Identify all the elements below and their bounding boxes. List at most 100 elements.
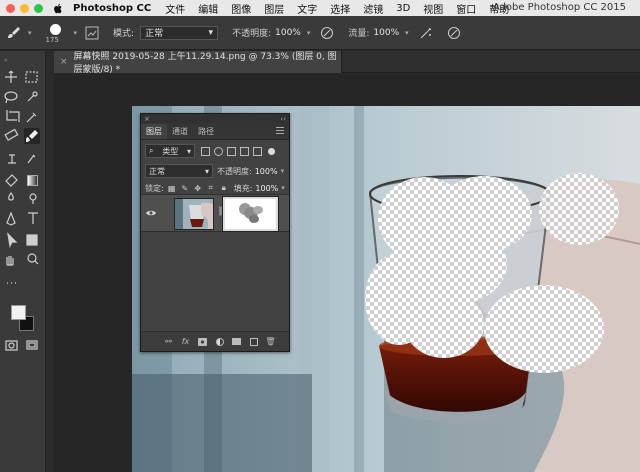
layers-panel: × ‹‹ 图层 通道 路径 ⌕ 类型 ▾ 正常 ▾ 不透明度: 100% ▾ 锁… xyxy=(140,113,290,352)
chevron-down-icon[interactable]: ▾ xyxy=(281,184,285,192)
blend-row: 正常 ▾ 不透明度: 100% ▾ xyxy=(141,162,289,180)
layer-row[interactable]: ⛓ xyxy=(141,194,289,232)
menu-select[interactable]: 选择 xyxy=(330,1,350,16)
close-window-button[interactable] xyxy=(6,3,15,13)
crop-tool[interactable] xyxy=(3,109,19,125)
lock-label: 锁定: xyxy=(145,183,164,193)
blur-tool[interactable] xyxy=(3,192,19,208)
marquee-tool[interactable] xyxy=(24,69,40,85)
document-tab[interactable]: × 屏幕快照 2019-05-28 上午11.29.14.png @ 73.3%… xyxy=(54,51,342,75)
lock-image-icon[interactable]: ✎ xyxy=(181,184,189,193)
delete-layer-icon[interactable]: 🗑︎ xyxy=(265,337,275,346)
type-tool[interactable] xyxy=(24,212,40,228)
layer-mask-thumbnail[interactable] xyxy=(222,196,279,232)
pressure-opacity-icon[interactable] xyxy=(320,26,334,40)
new-group-icon[interactable] xyxy=(232,337,241,346)
menu-3d[interactable]: 3D xyxy=(396,3,410,14)
apple-logo-icon[interactable] xyxy=(53,3,63,14)
link-layers-icon[interactable]: ⚯ xyxy=(164,337,173,346)
zoom-tool[interactable] xyxy=(24,254,40,270)
airbrush-icon[interactable] xyxy=(419,26,433,40)
history-brush-tool[interactable] xyxy=(24,152,40,168)
visibility-eye-icon[interactable] xyxy=(146,208,156,218)
chevron-down-icon[interactable]: ▾ xyxy=(405,29,409,37)
chevron-down-icon[interactable]: ▾ xyxy=(307,29,311,37)
layer-style-icon[interactable]: fx xyxy=(181,337,190,346)
add-mask-icon[interactable] xyxy=(198,337,207,346)
close-tab-icon[interactable]: × xyxy=(60,57,68,67)
gradient-tool[interactable] xyxy=(24,172,40,188)
opacity-field[interactable]: 100% xyxy=(255,167,278,176)
quick-mask-button[interactable] xyxy=(3,337,19,353)
adjustment-filter-icon[interactable] xyxy=(214,146,223,156)
brush-tool-preset-icon[interactable] xyxy=(6,25,22,41)
pixel-filter-icon[interactable] xyxy=(201,146,210,156)
menu-edit[interactable]: 编辑 xyxy=(198,1,218,16)
pen-tool[interactable] xyxy=(3,212,19,228)
minimize-window-button[interactable] xyxy=(20,3,29,13)
window-title: Adobe Photoshop CC 2015 xyxy=(492,2,626,13)
menu-filter[interactable]: 滤镜 xyxy=(363,1,383,16)
filter-toggle-icon[interactable] xyxy=(268,147,275,155)
move-tool[interactable] xyxy=(3,69,19,85)
flow-field[interactable]: 100% xyxy=(373,28,399,38)
tab-layers[interactable]: 图层 xyxy=(141,124,167,139)
collapse-panel-icon[interactable]: ‹‹ xyxy=(280,115,286,123)
clone-stamp-tool[interactable] xyxy=(3,152,19,168)
lock-transparent-icon[interactable]: ▦ xyxy=(168,184,176,193)
lock-artboard-icon[interactable]: ⌗ xyxy=(207,183,215,192)
menu-image[interactable]: 图像 xyxy=(231,1,251,16)
menu-type[interactable]: 文字 xyxy=(297,1,317,16)
lock-all-icon[interactable]: 🔒︎ xyxy=(220,183,228,192)
adjustment-layer-icon[interactable] xyxy=(215,337,224,346)
hand-tool[interactable] xyxy=(3,254,19,270)
shape-filter-icon[interactable] xyxy=(240,146,249,156)
menu-file[interactable]: 文件 xyxy=(165,1,185,16)
brush-tool[interactable] xyxy=(24,128,40,144)
rectangle-tool[interactable] xyxy=(24,232,40,248)
lasso-tool[interactable] xyxy=(3,89,19,105)
healing-brush-tool[interactable] xyxy=(3,129,19,145)
tab-channels[interactable]: 通道 xyxy=(167,124,193,139)
screen-mode-button[interactable] xyxy=(24,337,40,353)
filter-kind-select[interactable]: ⌕ 类型 ▾ xyxy=(145,144,195,158)
menu-window[interactable]: 窗口 xyxy=(456,1,476,16)
menu-layer[interactable]: 图层 xyxy=(264,1,284,16)
new-layer-icon[interactable] xyxy=(249,337,258,346)
chevron-down-icon: ▾ xyxy=(186,146,191,156)
tools-panel: » xyxy=(0,51,46,472)
app-menu[interactable]: Photoshop CC xyxy=(73,3,151,14)
blend-mode-select[interactable]: 正常 ▾ xyxy=(145,164,213,178)
eyedropper-tool[interactable] xyxy=(24,109,40,125)
brush-panel-toggle-icon[interactable] xyxy=(85,26,99,40)
mode-select[interactable]: 正常 ▾ xyxy=(140,25,219,40)
brush-preset-picker[interactable]: 175 xyxy=(46,22,68,44)
panel-menu-icon[interactable] xyxy=(276,127,284,136)
menu-view[interactable]: 视图 xyxy=(423,1,443,16)
mode-value: 正常 xyxy=(145,29,164,39)
mac-menu-bar: Photoshop CC 文件 编辑 图像 图层 文字 选择 滤镜 3D 视图 … xyxy=(0,0,640,16)
chevron-down-icon[interactable]: ▾ xyxy=(28,29,32,37)
quick-selection-tool[interactable] xyxy=(24,89,40,105)
search-icon: ⌕ xyxy=(149,146,154,155)
edit-toolbar-button[interactable] xyxy=(3,275,19,291)
close-panel-icon[interactable]: × xyxy=(144,115,150,123)
tab-paths[interactable]: 路径 xyxy=(193,124,219,139)
brush-size-value: 175 xyxy=(45,35,59,44)
chevron-down-icon[interactable]: ▾ xyxy=(74,29,78,37)
chevron-down-icon[interactable]: ▾ xyxy=(281,167,285,175)
eraser-tool[interactable] xyxy=(3,172,19,188)
fill-field[interactable]: 100% xyxy=(255,184,278,193)
dodge-tool[interactable] xyxy=(24,192,40,208)
smart-object-filter-icon[interactable] xyxy=(253,146,262,156)
zoom-window-button[interactable] xyxy=(34,3,43,13)
pressure-size-icon[interactable] xyxy=(447,26,461,40)
foreground-color-swatch[interactable] xyxy=(11,305,26,320)
lock-position-icon[interactable]: ✥ xyxy=(194,184,202,193)
panel-titlebar[interactable]: × ‹‹ xyxy=(141,114,289,123)
type-filter-icon[interactable] xyxy=(227,146,236,156)
path-selection-tool[interactable] xyxy=(3,232,19,248)
layer-mask-image xyxy=(225,199,276,229)
opacity-field[interactable]: 100% xyxy=(275,28,301,38)
layer-thumbnail[interactable] xyxy=(174,198,214,230)
